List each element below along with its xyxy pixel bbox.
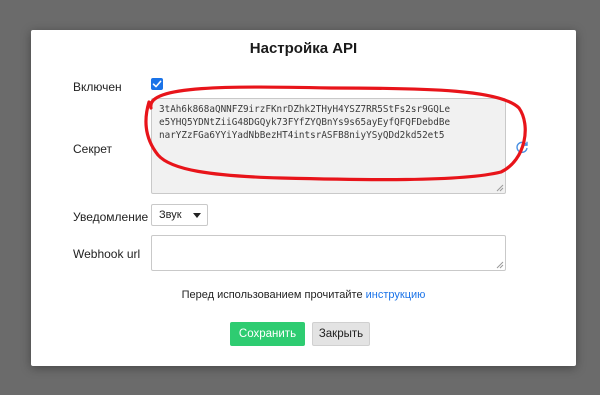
secret-line: narYZzFGa6YYiYadNbBezHT4intsrASFB8niyYSy…: [159, 130, 445, 141]
api-settings-dialog: Настройка API Включен Секрет 3tAh6k868aQ…: [31, 30, 576, 366]
secret-line: 3tAh6k868aQNNFZ9irzFKnrDZhk2THyH4YSZ7RR5…: [159, 104, 451, 115]
close-button[interactable]: Закрыть: [312, 322, 370, 346]
instructions-link[interactable]: инструкцию: [366, 289, 426, 301]
resize-handle-icon[interactable]: [496, 184, 504, 192]
enabled-checkbox[interactable]: [151, 78, 163, 90]
notification-select-value: Звук: [159, 209, 182, 221]
secret-line: e5YHQ5YDNtZiiG48DGQyk73FYfZYQBnYs9s65ayE…: [159, 117, 451, 128]
secret-textarea[interactable]: 3tAh6k868aQNNFZ9irzFKnrDZhk2THyH4YSZ7RR5…: [151, 98, 506, 194]
resize-handle-icon[interactable]: [496, 261, 504, 269]
notification-label: Уведомление: [73, 210, 149, 224]
notification-select[interactable]: Звук: [151, 204, 208, 226]
webhook-label: Webhook url: [73, 247, 141, 261]
secret-label: Секрет: [73, 142, 113, 156]
save-button[interactable]: Сохранить: [230, 322, 305, 346]
enabled-label: Включен: [73, 80, 122, 94]
dropdown-arrow-icon: [193, 213, 201, 218]
webhook-url-field[interactable]: [151, 235, 506, 271]
refresh-icon[interactable]: [515, 140, 529, 154]
dialog-title: Настройка API: [249, 40, 358, 57]
instructions-note: Перед использованием прочитайте инструкц…: [31, 289, 576, 301]
instructions-text: Перед использованием прочитайте: [181, 289, 366, 301]
checkmark-icon: [152, 80, 162, 88]
